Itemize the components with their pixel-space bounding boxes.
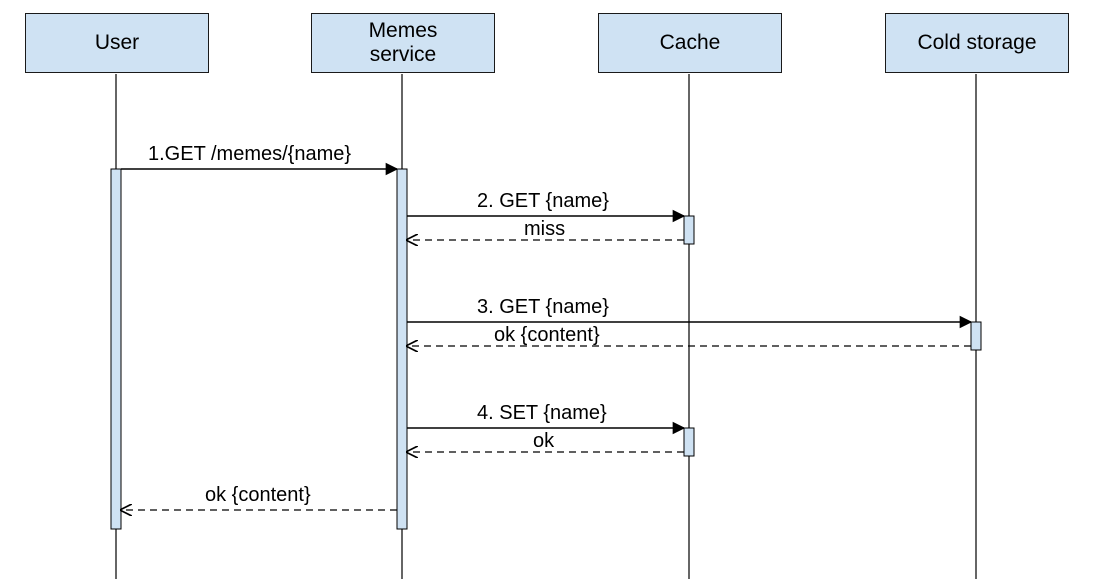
label-message-1: 1.GET /memes/{name}: [148, 143, 351, 165]
activation-memes: [397, 169, 407, 529]
label-message-4: 4. SET {name}: [477, 402, 607, 424]
label-message-2-return: miss: [524, 218, 565, 240]
participant-memes: Memes service: [311, 13, 495, 73]
participant-cold: Cold storage: [885, 13, 1069, 73]
activation-user: [111, 169, 121, 529]
participant-memes-label: Memes service: [369, 19, 438, 67]
diagram-lines: [0, 0, 1101, 579]
sequence-diagram: User Memes service Cache Cold storage 1.…: [0, 0, 1101, 579]
label-message-3-return: ok {content}: [494, 324, 600, 346]
participant-user: User: [25, 13, 209, 73]
activation-cold: [971, 322, 981, 350]
label-message-3: 3. GET {name}: [477, 296, 609, 318]
activation-cache-2: [684, 428, 694, 456]
label-message-final-return: ok {content}: [205, 484, 311, 506]
label-message-4-return: ok: [533, 430, 554, 452]
participant-cold-label: Cold storage: [917, 31, 1036, 55]
participant-user-label: User: [95, 31, 139, 55]
participant-cache: Cache: [598, 13, 782, 73]
activation-cache-1: [684, 216, 694, 244]
participant-cache-label: Cache: [660, 31, 721, 55]
label-message-2: 2. GET {name}: [477, 190, 609, 212]
